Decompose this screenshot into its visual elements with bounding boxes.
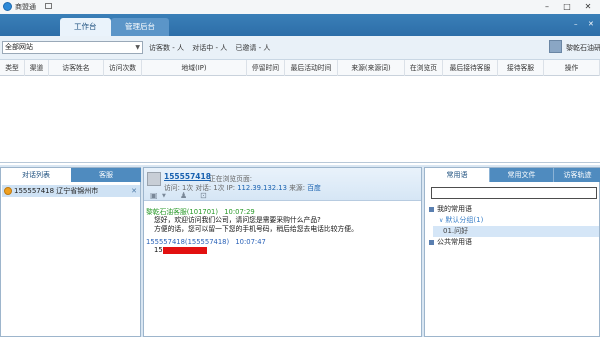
chat-messages: 黎乾石油客服(101701) 10:07:29 您好，欢迎访问我们公司，请问您是…: [146, 204, 419, 334]
window-layout-icon[interactable]: [45, 3, 52, 9]
col-last-active[interactable]: 最后活动时间: [285, 60, 338, 76]
tree-node-my-phrases[interactable]: 我的常用语: [429, 204, 599, 215]
folder-icon[interactable]: ▣: [150, 191, 158, 200]
col-stay-time[interactable]: 停留时间: [247, 60, 285, 76]
tree-node-greeting[interactable]: 01.问好: [433, 226, 599, 237]
conversation-list-panel: 对话列表 客服 155557418 辽宁省锦州市 ✕: [0, 167, 141, 337]
tree-node-public-phrases[interactable]: 公共常用语: [429, 237, 599, 248]
expand-icon: [429, 239, 434, 245]
close-icon[interactable]: ✕: [131, 185, 137, 197]
toolbar: 全部网站 ▼ 访客数 - 人 对话中 - 人 已邀请 - 人 黎乾石油研: [0, 36, 600, 60]
phrase-search-input[interactable]: [431, 187, 597, 199]
chat-tools: ▣ ▼ ♟ ⊡: [150, 191, 270, 201]
chatting-count: 对话中 - 人: [192, 44, 228, 52]
message-line: 您好，欢迎访问我们公司，请问您是需要采购什么产品?: [154, 216, 321, 224]
col-source[interactable]: 来源(来源词): [338, 60, 405, 76]
agent-name[interactable]: 黎乾石油研: [566, 43, 600, 53]
col-last-agent[interactable]: 最后接待客服: [443, 60, 498, 76]
message-sender: 黎乾石油客服(101701): [146, 208, 219, 216]
tab-agents[interactable]: 客服: [71, 168, 141, 182]
panel-minimize-button[interactable]: –: [574, 20, 578, 28]
message-line: 15: [146, 246, 419, 255]
tab-admin[interactable]: 管理后台: [111, 18, 169, 36]
collapse-icon: [429, 206, 434, 212]
tab-common-files[interactable]: 常用文件: [489, 168, 553, 182]
site-select[interactable]: 全部网站 ▼: [2, 41, 143, 54]
maximize-button[interactable]: □: [556, 0, 578, 14]
message: 黎乾石油客服(101701) 10:07:29 您好，欢迎访问我们公司，请问您是…: [146, 206, 419, 234]
message-line: 方便的话，您可以留一下您的手机号码，稍后给您去电话比较方便。: [154, 225, 358, 233]
avatar-icon[interactable]: [549, 40, 562, 53]
message: 155557418(155557418) 10:07:47 15: [146, 238, 419, 255]
tab-workbench[interactable]: 工作台: [60, 18, 111, 36]
bottom-panels: 对话列表 客服 155557418 辽宁省锦州市 ✕ 155557418 正在浏…: [0, 165, 600, 337]
chevron-down-icon: ▼: [135, 44, 140, 51]
chat-panel: 155557418 正在浏览页面: 访问: 1次 对话: 1次 IP: 112.…: [143, 167, 422, 337]
chevron-down-icon: ∨: [439, 217, 444, 224]
col-visitor-name[interactable]: 访客姓名: [49, 60, 104, 76]
tab-conversation-list[interactable]: 对话列表: [1, 168, 71, 182]
visitor-label: 155557418 辽宁省锦州市: [14, 187, 99, 195]
message-time: 10:07:29: [224, 208, 255, 216]
col-region-ip[interactable]: 地域(IP): [142, 60, 247, 76]
visitor-table-header: 类型 渠道 访客姓名 访问次数 地域(IP) 停留时间 最后活动时间 来源(来源…: [0, 60, 600, 76]
visitor-table-body: [0, 76, 600, 163]
source-label: 来源:: [289, 184, 306, 192]
main-tab-bar: 工作台 管理后台 – ✕: [0, 14, 600, 36]
visitor-stats: 访客数 - 人 对话中 - 人 已邀请 - 人: [149, 43, 276, 53]
col-agent[interactable]: 接待客服: [498, 60, 544, 76]
tab-visitor-track[interactable]: 访客轨迹: [553, 168, 600, 182]
visitor-source: 百度: [307, 184, 321, 192]
list-item[interactable]: 155557418 辽宁省锦州市 ✕: [2, 185, 140, 197]
col-channel[interactable]: 渠道: [25, 60, 49, 76]
tab-common-phrases[interactable]: 常用语: [425, 168, 489, 182]
close-button[interactable]: ✕: [577, 0, 599, 14]
visitors-count: 访客数 - 人: [149, 44, 184, 52]
tree-node-default-group[interactable]: ∨ 默认分组(1): [429, 215, 599, 226]
col-visit-count[interactable]: 访问次数: [104, 60, 142, 76]
lock-icon[interactable]: ⊡: [200, 191, 207, 200]
col-actions[interactable]: 操作: [544, 60, 600, 76]
visitor-avatar-icon: [147, 172, 161, 186]
person-icon[interactable]: ♟: [180, 191, 187, 200]
panel-close-button[interactable]: ✕: [588, 20, 594, 28]
phrase-tree: 我的常用语 ∨ 默认分组(1) 01.问好 公共常用语: [429, 204, 599, 248]
minimize-button[interactable]: –: [536, 0, 558, 14]
col-type[interactable]: 类型: [0, 60, 25, 76]
message-text: 15: [154, 246, 163, 254]
visitor-id-link[interactable]: 155557418: [164, 172, 211, 181]
site-select-value: 全部网站: [5, 43, 33, 51]
invited-count: 已邀请 - 人: [235, 44, 271, 52]
col-browsing-page[interactable]: 在浏览页: [405, 60, 443, 76]
app-logo-icon: [3, 2, 12, 11]
chat-header: 155557418 正在浏览页面: 访问: 1次 对话: 1次 IP: 112.…: [144, 168, 421, 201]
chevron-down-icon[interactable]: ▼: [162, 193, 166, 199]
visitor-icon: [4, 187, 12, 195]
title-bar: 商盟通 – □ ✕: [0, 0, 600, 14]
phrases-panel: 常用语 常用文件 访客轨迹 我的常用语 ∨ 默认分组(1) 01.问好 公共常用语: [424, 167, 600, 337]
redacted-block: [162, 246, 207, 254]
app-title: 商盟通: [15, 3, 36, 11]
message-time: 10:07:47: [235, 238, 266, 246]
message-sender: 155557418(155557418): [146, 238, 230, 246]
